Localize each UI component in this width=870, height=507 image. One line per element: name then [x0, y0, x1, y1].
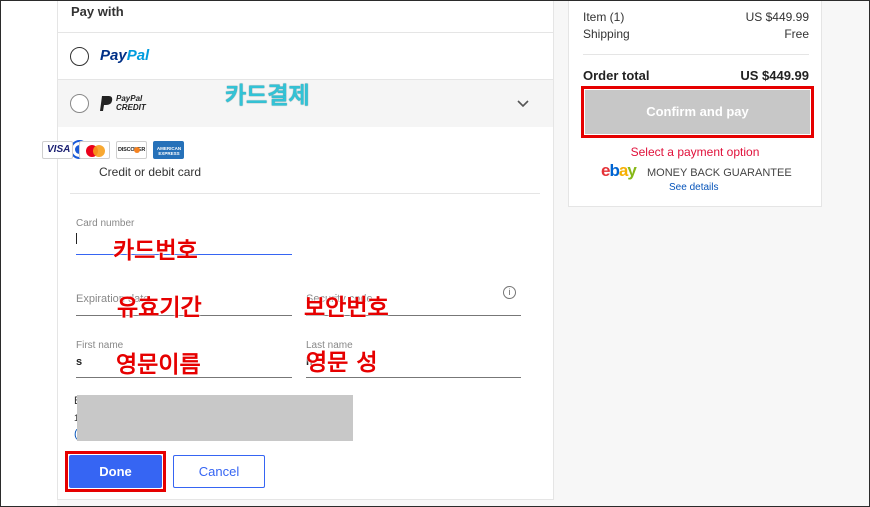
ebay-logo: ebay: [601, 161, 637, 181]
redacted-billing-address: [77, 395, 353, 441]
chevron-down-icon[interactable]: [515, 95, 531, 111]
divider: [70, 193, 540, 194]
order-total-value: US $449.99: [740, 68, 809, 83]
done-button[interactable]: Done: [69, 455, 162, 488]
annotation-security: 보안번호: [304, 295, 389, 321]
select-payment-message: Select a payment option: [630, 145, 760, 159]
text-caret: [76, 233, 77, 244]
annotation-expiry: 유효기간: [117, 295, 202, 321]
order-total-label: Order total: [583, 68, 650, 83]
info-icon[interactable]: i: [503, 286, 516, 299]
paypal-credit-icon: [100, 96, 113, 111]
annotation-card-number: 카드번호: [113, 238, 198, 264]
option-paypal[interactable]: PayPal: [58, 32, 553, 79]
visa-icon: VISA: [42, 141, 73, 159]
left-gutter: [1, 0, 57, 507]
paypal-pal: Pal: [126, 47, 150, 64]
radio-icon[interactable]: [70, 47, 89, 66]
amex-icon: AMERICAN EXPRESS: [153, 141, 184, 159]
item-row: Item (1) US $449.99: [583, 10, 809, 24]
cancel-button[interactable]: Cancel: [173, 455, 265, 488]
summary-divider: [583, 54, 809, 55]
shipping-row: Shipping Free: [583, 27, 809, 41]
mastercard-yellow: [93, 145, 105, 157]
order-total-row: Order total US $449.99: [583, 68, 809, 83]
paypal-credit-line2: CREDIT: [116, 103, 146, 112]
shipping-value: Free: [784, 27, 809, 41]
discover-text: DISCOVER: [118, 147, 146, 153]
discover-dot: [134, 147, 140, 153]
annotation-card-payment: 카드결제: [225, 83, 310, 109]
annotation-english-name: 영문이름: [116, 352, 201, 378]
ebay-y: y: [627, 161, 637, 180]
confirm-and-pay-button[interactable]: Confirm and pay: [585, 90, 810, 134]
paypal-credit-line1: PayPal: [116, 94, 143, 103]
paypal-credit-text: PayPal CREDIT: [116, 94, 146, 112]
pay-with-title: Pay with: [71, 4, 124, 19]
item-label: Item (1): [583, 10, 625, 24]
shipping-label: Shipping: [583, 27, 630, 41]
item-value: US $449.99: [745, 10, 809, 24]
paypal-pay: Pay: [100, 47, 127, 64]
first-name-value: s: [76, 356, 83, 368]
discover-icon: DISCOVER: [116, 141, 147, 159]
annotation-english-surname: 영문 성: [306, 350, 378, 376]
amex-text: AMERICAN EXPRESS: [156, 146, 182, 156]
paypal-logo: PayPal: [100, 47, 149, 64]
ebay-b: b: [609, 161, 619, 180]
visa-text: VISA: [47, 144, 71, 155]
money-back-guarantee: MONEY BACK GUARANTEE: [647, 167, 792, 179]
radio-icon[interactable]: [70, 94, 89, 113]
card-number-label: Card number: [76, 218, 135, 229]
see-details-link[interactable]: See details: [669, 182, 718, 193]
credit-card-label: Credit or debit card: [99, 165, 202, 179]
mastercard-icon: [79, 141, 110, 159]
